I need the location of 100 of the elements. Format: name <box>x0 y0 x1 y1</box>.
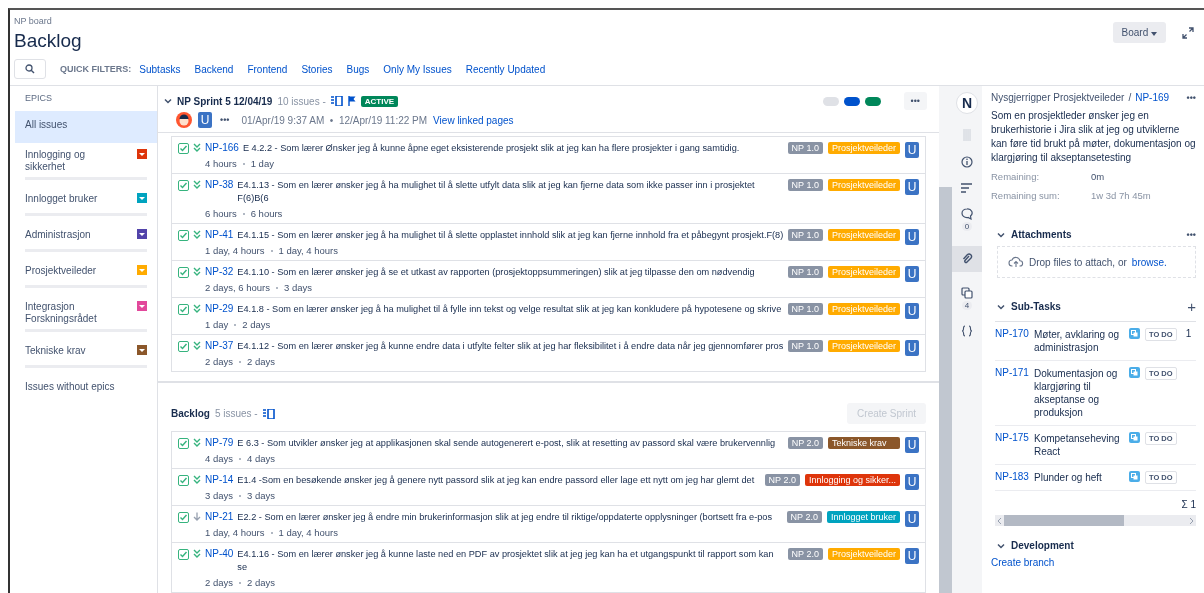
issue-key-link[interactable]: NP-32 <box>205 266 234 279</box>
assignee-avatar: U <box>905 474 919 490</box>
search-icon <box>25 64 35 74</box>
quick-filter-link[interactable]: Recently Updated <box>465 63 546 75</box>
scrollbar[interactable] <box>939 86 952 593</box>
lines-icon[interactable] <box>961 183 973 193</box>
issue-key-link[interactable]: NP-40 <box>205 548 234 574</box>
board-columns-icon[interactable] <box>262 408 275 419</box>
chevron-down-icon[interactable] <box>997 302 1005 311</box>
quick-filter-link[interactable]: Frontend <box>247 63 288 75</box>
version-tag: NP 2.0 <box>764 474 800 486</box>
epic-color-dropdown[interactable] <box>137 301 147 311</box>
epic-item[interactable]: Administrasjon <box>15 223 157 259</box>
quick-filter-link[interactable]: Only My Issues <box>383 63 452 75</box>
breadcrumb-link[interactable]: NP board <box>14 16 82 26</box>
subtask-key-link[interactable]: NP-171 <box>995 367 1029 378</box>
story-checkbox-icon <box>178 180 189 191</box>
board-dropdown-button[interactable]: Board <box>1112 22 1166 43</box>
board-columns-icon[interactable] <box>330 96 343 106</box>
info-icon[interactable] <box>961 156 973 168</box>
code-braces-icon[interactable] <box>961 325 973 337</box>
subtasks-icon[interactable] <box>961 287 973 299</box>
add-subtask-button[interactable]: + <box>1187 298 1196 315</box>
more-actions-link[interactable]: ••• <box>220 115 230 125</box>
epic-color-dropdown[interactable] <box>137 193 147 203</box>
caret-icon <box>1151 32 1157 36</box>
issue-key-link[interactable]: NP-169 <box>1135 92 1170 103</box>
quick-filter-link[interactable]: Stories <box>301 63 333 75</box>
issue-key-link[interactable]: NP-166 <box>205 142 239 155</box>
view-linked-pages-link[interactable]: View linked pages <box>433 114 514 126</box>
issue-key-link[interactable]: NP-37 <box>205 340 234 353</box>
comment-icon[interactable] <box>961 208 973 220</box>
assignee-avatar: U <box>905 229 919 245</box>
more-actions-link[interactable]: ••• <box>1186 92 1196 103</box>
epic-item[interactable]: Innlogging og sikkerhet <box>15 143 157 187</box>
paperclip-icon[interactable] <box>961 253 973 265</box>
status-lozenge: ACTIVE <box>360 95 399 107</box>
epic-label: All issues <box>25 119 68 131</box>
epic-color-dropdown[interactable] <box>137 229 147 239</box>
epic-tag: Prosjektveileder <box>827 340 900 352</box>
drop-files-text: Drop files to attach, or <box>1029 256 1127 268</box>
issue-key-link[interactable]: NP-38 <box>205 179 234 205</box>
subtask-type-icon <box>1129 471 1140 482</box>
issue-key-link[interactable]: NP-21 <box>205 511 234 524</box>
avatar-icon <box>176 112 192 128</box>
epic-item[interactable]: Innlogget bruker <box>15 187 157 223</box>
issue-key-link[interactable]: NP-79 <box>205 437 234 450</box>
estimate-text: 2 days <box>205 356 233 367</box>
issue-key-link[interactable]: NP-41 <box>205 229 234 242</box>
remaining-text: 1 day <box>250 158 274 169</box>
epic-item[interactable]: Integrasjon Forskningsrådet <box>15 295 157 339</box>
subtask-key-link[interactable]: NP-175 <box>995 432 1029 443</box>
quick-filter-link[interactable]: Backend <box>194 63 234 75</box>
chevron-down-icon[interactable] <box>997 541 1005 550</box>
assignee-avatar: U <box>905 511 919 527</box>
epic-color-dropdown[interactable] <box>137 265 147 275</box>
issue-key-link[interactable]: NP-29 <box>205 303 234 316</box>
version-tag: NP 1.0 <box>787 142 823 154</box>
epic-item[interactable]: Issues without epics <box>15 375 157 404</box>
issue-summary: E4.1.15 - Som en lærer ønsker jeg å ha mulighet til å slette opplastet innhold slik at jeg kan fjerne innhold fra et påbegynt prosjekt.F(8) <box>237 229 784 242</box>
epic-item[interactable]: Prosjektveileder <box>15 259 157 295</box>
epic-color-dropdown[interactable] <box>137 345 147 355</box>
story-checkbox-icon <box>178 475 189 486</box>
epic-tag: Prosjektveileder <box>827 179 900 191</box>
epic-label: Issues without epics <box>25 381 115 393</box>
create-branch-link[interactable]: Create branch <box>991 557 1196 568</box>
chevron-down-icon[interactable] <box>997 230 1005 239</box>
remaining-text: 2 days <box>242 319 271 330</box>
quick-filters-label: QUICK FILTERS: <box>60 64 132 74</box>
epic-item[interactable]: Tekniske krav <box>15 339 157 375</box>
quick-filter-link[interactable]: Bugs <box>346 63 370 75</box>
file-drop-zone[interactable]: Drop files to attach, or browse. <box>997 246 1196 278</box>
browse-link[interactable]: browse. <box>1131 256 1167 268</box>
epic-label: Tekniske krav <box>25 345 86 357</box>
issue-count: 5 issues - <box>214 408 258 419</box>
version-tag: NP 1.0 <box>787 179 823 191</box>
epic-label: Integrasjon Forskningsrådet <box>25 301 98 325</box>
issue-summary: E1.4 -Som en besøkende ønsker jeg å genere nytt passord slik at jeg kan endre passord eller lage ett nytt om jeg har glemt det <box>237 474 755 487</box>
issue-key-link[interactable]: NP-14 <box>205 474 234 487</box>
version-tag: NP 1.0 <box>787 340 823 352</box>
expand-icon[interactable] <box>1182 26 1194 39</box>
subtask-summary: Plunder og heft <box>1034 471 1103 484</box>
epics-heading: EPICS <box>24 92 53 105</box>
epic-color-dropdown[interactable] <box>137 149 147 159</box>
chevron-down-icon[interactable] <box>164 97 172 105</box>
cloud-upload-icon <box>1008 256 1024 268</box>
page-title: Backlog <box>14 30 82 52</box>
quick-filter-link[interactable]: Subtasks <box>139 63 181 75</box>
estimate-text: 1 day, 4 hours <box>205 527 265 538</box>
epic-item[interactable]: All issues <box>15 111 157 143</box>
epic-tag: Prosjektveileder <box>827 142 900 154</box>
remaining-text: 2 days <box>247 356 275 367</box>
subtask-key-link[interactable]: NP-170 <box>995 328 1029 339</box>
issue-summary: E4.1.16 - Som en lærer ønsker jeg å kunne laste ned en PDF av prosjektet slik at jeg jeg kan ha et utgangspunkt til rapport som kan se <box>237 548 775 574</box>
search-field[interactable] <box>14 59 46 79</box>
subtask-key-link[interactable]: NP-183 <box>995 471 1029 482</box>
more-actions-link[interactable]: ••• <box>1186 229 1196 240</box>
version-tag: NP 2.0 <box>787 437 823 449</box>
project-avatar: N <box>956 92 978 114</box>
more-button[interactable]: ••• <box>903 92 927 110</box>
